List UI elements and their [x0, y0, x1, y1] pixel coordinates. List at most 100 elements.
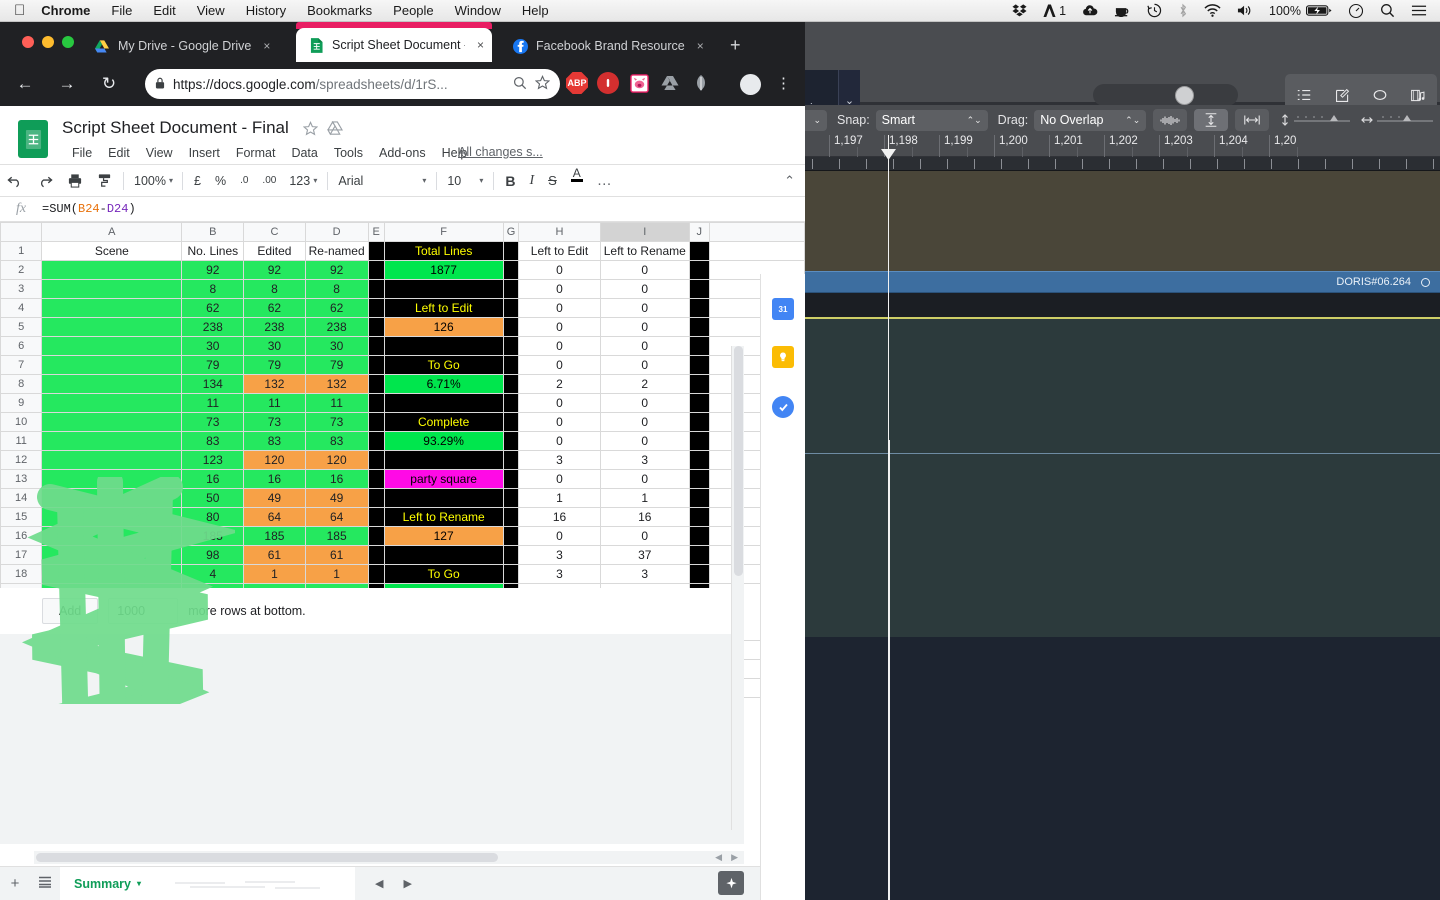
cell-B3[interactable]: 8 [181, 279, 245, 299]
menu-item-view[interactable]: View [197, 3, 225, 18]
cell-I9[interactable]: 0 [599, 393, 690, 413]
cell-G15[interactable] [502, 507, 520, 527]
cell-D17[interactable]: 61 [304, 545, 369, 565]
column-header-a[interactable]: A [41, 222, 183, 242]
horizontal-zoom-slider[interactable] [1360, 113, 1434, 127]
cell-D12[interactable]: 120 [304, 450, 369, 470]
cell-J10[interactable] [688, 412, 710, 432]
row-header-8[interactable]: 8 [0, 374, 43, 394]
column-header-i[interactable]: I [599, 222, 690, 242]
number-format-select[interactable]: 123 ▾ [283, 169, 323, 193]
cell-I16[interactable]: 0 [599, 526, 690, 546]
cell-I10[interactable]: 0 [599, 412, 690, 432]
cell-A18[interactable] [41, 564, 183, 584]
cell-I18[interactable]: 3 [599, 564, 690, 584]
menu-item-history[interactable]: History [246, 3, 286, 18]
cell-B9[interactable]: 11 [181, 393, 245, 413]
cell-F10[interactable]: Complete [383, 412, 504, 432]
cell-J12[interactable] [688, 450, 710, 470]
cell-J3[interactable] [688, 279, 710, 299]
cell-A2[interactable] [41, 260, 183, 280]
cell-E14[interactable] [367, 488, 385, 508]
cell-H18[interactable]: 3 [518, 564, 601, 584]
cell-D15[interactable]: 64 [304, 507, 369, 527]
cell-A10[interactable] [41, 412, 183, 432]
font-size-select[interactable]: 10 ▾ [441, 169, 489, 193]
address-bar[interactable]: https://docs.google.com/spreadsheets/d/1… [145, 69, 560, 99]
cell-I4[interactable]: 0 [599, 298, 690, 318]
google-keep-icon[interactable] [772, 346, 794, 368]
cell-A1[interactable]: Scene [41, 241, 183, 261]
cell-D7[interactable]: 79 [304, 355, 369, 375]
column-header-e[interactable]: E [367, 222, 385, 242]
tab-facebook-brand[interactable]: Facebook Brand Resource × [500, 30, 718, 62]
cell-A12[interactable] [41, 450, 183, 470]
cell-F4[interactable]: Left to Edit [383, 298, 504, 318]
vertical-scroll-thumb[interactable] [734, 346, 743, 576]
cell-G11[interactable] [502, 431, 520, 451]
decrease-decimal-button[interactable]: .0 [233, 168, 255, 194]
battery-status[interactable]: 100% [1269, 4, 1332, 18]
cell-D4[interactable]: 62 [304, 298, 369, 318]
snap-select[interactable]: Smart ⌃⌄ [875, 109, 988, 131]
cell-J5[interactable] [688, 317, 710, 337]
time-machine-icon[interactable] [1147, 3, 1162, 18]
apple-logo-icon[interactable]:  [14, 3, 25, 18]
sheet-tab-summary[interactable]: Summary ▾ [60, 866, 155, 900]
clock-icon[interactable] [1348, 3, 1364, 19]
cell-G3[interactable] [502, 279, 520, 299]
cell-J16[interactable] [688, 526, 710, 546]
page-title[interactable]: Script Sheet Document - Final [62, 118, 289, 138]
cell-B10[interactable]: 73 [181, 412, 245, 432]
cell-D11[interactable]: 83 [304, 431, 369, 451]
cell-G4[interactable] [502, 298, 520, 318]
cell-F14[interactable] [383, 488, 504, 508]
cell-F1[interactable]: Total Lines [383, 241, 504, 261]
table-row[interactable]: 11 83 83 83 93.29% 0 0 [0, 431, 805, 451]
cell-D18[interactable]: 1 [304, 564, 369, 584]
search-icon[interactable] [513, 76, 527, 93]
close-tab-icon[interactable]: × [477, 38, 484, 52]
table-row[interactable]: 388800 [0, 279, 805, 299]
cell-B16[interactable]: 185 [181, 526, 245, 546]
cell-B2[interactable]: 92 [181, 260, 245, 280]
row-header-10[interactable]: 10 [0, 412, 43, 432]
tab-my-drive[interactable]: My Drive - Google Drive × [82, 30, 290, 62]
cell-E18[interactable] [367, 564, 385, 584]
cell-G16[interactable] [502, 526, 520, 546]
cell-E15[interactable] [367, 507, 385, 527]
new-tab-button[interactable]: + [730, 36, 741, 54]
cell-I17[interactable]: 37 [599, 545, 690, 565]
cell-B12[interactable]: 123 [181, 450, 245, 470]
cell-C9[interactable]: 11 [243, 393, 306, 413]
cell-F12[interactable] [383, 450, 504, 470]
formula-bar[interactable]: fx =SUM(B24-D24) [0, 197, 805, 222]
adobe-icon[interactable]: 1 [1043, 4, 1066, 18]
row-header-11[interactable]: 11 [0, 431, 43, 451]
menu-item-window[interactable]: Window [455, 3, 501, 18]
close-tab-icon[interactable]: × [697, 39, 704, 53]
cell-G13[interactable] [502, 469, 520, 489]
cell-C2[interactable]: 92 [243, 260, 306, 280]
cell-J15[interactable] [688, 507, 710, 527]
cell-D16[interactable]: 185 [304, 526, 369, 546]
table-row[interactable]: 4 62 62 62 Left to Edit 0 0 [0, 298, 805, 318]
cell-H10[interactable]: 0 [518, 412, 601, 432]
forward-button[interactable]: → [50, 67, 84, 101]
cell-I13[interactable]: 0 [599, 469, 690, 489]
cell-C17[interactable]: 61 [243, 545, 306, 565]
tab-script-sheet[interactable]: Script Sheet Document - Final × [296, 28, 492, 62]
cell-A3[interactable] [41, 279, 183, 299]
row-header-13[interactable]: 13 [0, 469, 43, 489]
cell-B15[interactable]: 80 [181, 507, 245, 527]
cell-A14[interactable] [41, 488, 183, 508]
vertical-fit-icon[interactable] [1194, 109, 1229, 131]
playhead[interactable] [881, 135, 896, 900]
cell-H12[interactable]: 3 [518, 450, 601, 470]
horizontal-fit-icon[interactable] [1235, 109, 1270, 131]
cell-C13[interactable]: 16 [243, 469, 306, 489]
cell-F17[interactable] [383, 545, 504, 565]
cell-A8[interactable] [41, 374, 183, 394]
cell-E4[interactable] [367, 298, 385, 318]
cell-C7[interactable]: 79 [243, 355, 306, 375]
